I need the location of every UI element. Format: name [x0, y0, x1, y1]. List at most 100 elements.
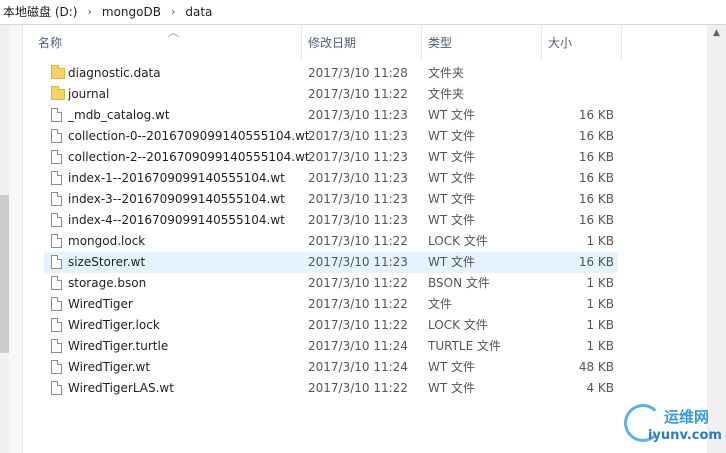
- file-name: index-3--2016709099140555104.wt: [68, 192, 285, 206]
- file-size: 1 KB: [586, 339, 614, 353]
- file-name: collection-2--2016709099140555104.wt: [68, 150, 310, 164]
- file-icon: [51, 108, 62, 122]
- file-row[interactable]: sizeStorer.wt 2017/3/10 11:23 WT 文件 16 KB: [44, 252, 618, 273]
- file-size: 16 KB: [578, 171, 614, 185]
- file-icon: [51, 339, 62, 353]
- file-icon: [51, 297, 62, 311]
- file-modified-date: 2017/3/10 11:23: [308, 108, 408, 122]
- file-size: 16 KB: [578, 213, 614, 227]
- file-modified-date: 2017/3/10 11:23: [308, 171, 408, 185]
- file-icon: [51, 171, 62, 185]
- file-name: WiredTiger.lock: [68, 318, 160, 332]
- file-modified-date: 2017/3/10 11:22: [308, 234, 408, 248]
- file-name: diagnostic.data: [68, 66, 161, 80]
- file-type: TURTLE 文件: [428, 339, 501, 353]
- breadcrumb: 本地磁盘 (D:) › mongoDB › data: [0, 0, 726, 25]
- file-row[interactable]: diagnostic.data 2017/3/10 11:28 文件夹: [44, 63, 618, 84]
- scroll-up-icon[interactable]: ▲: [707, 25, 726, 42]
- navigation-scrollbar-thumb[interactable]: [0, 195, 9, 353]
- file-row[interactable]: _mdb_catalog.wt 2017/3/10 11:23 WT 文件 16 KB: [44, 105, 618, 126]
- file-type: LOCK 文件: [428, 318, 488, 332]
- file-modified-date: 2017/3/10 11:28: [308, 66, 408, 80]
- file-row[interactable]: journal 2017/3/10 11:22 文件夹: [44, 84, 618, 105]
- file-modified-date: 2017/3/10 11:24: [308, 339, 408, 353]
- breadcrumb-drive[interactable]: 本地磁盘 (D:): [0, 0, 80, 24]
- file-modified-date: 2017/3/10 11:22: [308, 381, 408, 395]
- file-icon: [51, 192, 62, 206]
- file-size: 1 KB: [586, 276, 614, 290]
- file-type: WT 文件: [428, 381, 476, 395]
- breadcrumb-separator-icon[interactable]: ›: [164, 0, 182, 24]
- folder-icon: [51, 86, 65, 100]
- file-type: LOCK 文件: [428, 234, 488, 248]
- file-row[interactable]: index-4--2016709099140555104.wt 2017/3/10…: [44, 210, 618, 231]
- file-row[interactable]: WiredTiger 2017/3/10 11:22 文件 1 KB: [44, 294, 618, 315]
- file-modified-date: 2017/3/10 11:24: [308, 360, 408, 374]
- file-type: WT 文件: [428, 108, 476, 122]
- column-header-row: ︿ 名称 修改日期 类型 大小: [32, 24, 622, 60]
- watermark-title: 运维网: [664, 408, 710, 426]
- breadcrumb-separator-icon[interactable]: ›: [80, 0, 98, 24]
- file-size: 1 KB: [586, 234, 614, 248]
- file-row[interactable]: index-3--2016709099140555104.wt 2017/3/10…: [44, 189, 618, 210]
- file-type: WT 文件: [428, 213, 476, 227]
- file-icon: [51, 360, 62, 374]
- file-name: WiredTiger.wt: [68, 360, 151, 374]
- file-icon: [51, 150, 62, 164]
- file-type: WT 文件: [428, 192, 476, 206]
- file-name: storage.bson: [68, 276, 147, 290]
- file-row[interactable]: collection-2--2016709099140555104.wt 2017…: [44, 147, 618, 168]
- file-list: diagnostic.data 2017/3/10 11:28 文件夹 journal…: [44, 63, 618, 399]
- file-row[interactable]: WiredTigerLAS.wt 2017/3/10 11:22 WT 文件 4 KB: [44, 378, 618, 399]
- file-icon: [51, 129, 62, 143]
- file-modified-date: 2017/3/10 11:23: [308, 150, 408, 164]
- column-header-name[interactable]: 名称: [32, 24, 302, 60]
- file-row[interactable]: WiredTiger.wt 2017/3/10 11:24 WT 文件 48 KB: [44, 357, 618, 378]
- breadcrumb-mongodb[interactable]: mongoDB: [99, 0, 164, 24]
- file-type: 文件: [428, 297, 453, 311]
- file-name: index-4--2016709099140555104.wt: [68, 213, 285, 227]
- file-type: WT 文件: [428, 360, 476, 374]
- file-list-scrollbar[interactable]: ▲: [707, 25, 726, 453]
- file-modified-date: 2017/3/10 11:22: [308, 87, 408, 101]
- file-size: 16 KB: [578, 255, 614, 269]
- column-header-size[interactable]: 大小: [542, 24, 622, 60]
- file-name: WiredTigerLAS.wt: [68, 381, 174, 395]
- file-row[interactable]: WiredTiger.lock 2017/3/10 11:22 LOCK 文件 1 K…: [44, 315, 618, 336]
- file-name: collection-0--2016709099140555104.wt: [68, 129, 310, 143]
- file-row[interactable]: index-1--2016709099140555104.wt 2017/3/10…: [44, 168, 618, 189]
- file-name: mongod.lock: [68, 234, 146, 248]
- file-size: 48 KB: [578, 360, 614, 374]
- file-name: index-1--2016709099140555104.wt: [68, 171, 285, 185]
- file-size: 1 KB: [586, 297, 614, 311]
- file-row[interactable]: storage.bson 2017/3/10 11:22 BSON 文件 1 KB: [44, 273, 618, 294]
- file-row[interactable]: collection-0--2016709099140555104.wt 2017…: [44, 126, 618, 147]
- file-icon: [51, 255, 62, 269]
- column-header-date[interactable]: 修改日期: [302, 24, 422, 60]
- watermark: 运维网 iyunv.com: [624, 404, 724, 450]
- file-type: 文件夹: [428, 66, 465, 80]
- file-modified-date: 2017/3/10 11:23: [308, 129, 408, 143]
- file-icon: [51, 234, 62, 248]
- file-type: WT 文件: [428, 129, 476, 143]
- file-name: _mdb_catalog.wt: [68, 108, 170, 122]
- file-name: journal: [68, 87, 110, 101]
- file-size: 16 KB: [578, 150, 614, 164]
- navigation-scrollbar[interactable]: [0, 25, 9, 453]
- file-name: WiredTiger.turtle: [68, 339, 169, 353]
- file-modified-date: 2017/3/10 11:23: [308, 213, 408, 227]
- column-header-type[interactable]: 类型: [422, 24, 542, 60]
- file-type: BSON 文件: [428, 276, 490, 290]
- file-row[interactable]: mongod.lock 2017/3/10 11:22 LOCK 文件 1 KB: [44, 231, 618, 252]
- file-row[interactable]: WiredTiger.turtle 2017/3/10 11:24 TURTLE 文…: [44, 336, 618, 357]
- file-type: WT 文件: [428, 255, 476, 269]
- file-modified-date: 2017/3/10 11:22: [308, 318, 408, 332]
- folder-icon: [51, 65, 65, 79]
- file-size: 16 KB: [578, 129, 614, 143]
- file-modified-date: 2017/3/10 11:22: [308, 297, 408, 311]
- breadcrumb-data[interactable]: data: [182, 0, 215, 24]
- file-modified-date: 2017/3/10 11:23: [308, 255, 408, 269]
- file-modified-date: 2017/3/10 11:22: [308, 276, 408, 290]
- file-type: 文件夹: [428, 87, 465, 101]
- file-type: WT 文件: [428, 150, 476, 164]
